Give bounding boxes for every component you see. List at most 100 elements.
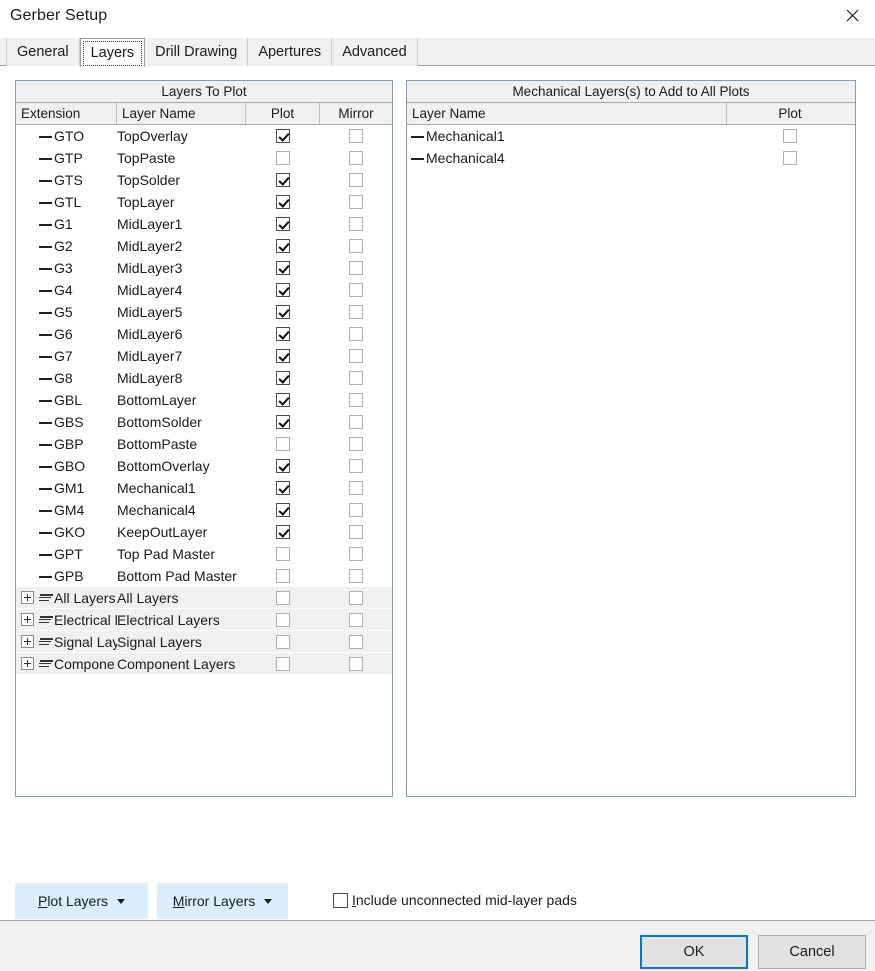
plot-checkbox[interactable] — [276, 525, 290, 539]
mirror-checkbox[interactable] — [349, 525, 363, 539]
plot-checkbox[interactable] — [276, 349, 290, 363]
mirror-checkbox[interactable] — [349, 393, 363, 407]
plot-checkbox[interactable] — [276, 459, 290, 473]
column-header-mirror[interactable]: Mirror — [320, 103, 392, 124]
mechanical-plot-checkbox[interactable] — [783, 151, 797, 165]
plot-checkbox[interactable] — [276, 415, 290, 429]
mechanical-row[interactable]: Mechanical4 — [407, 147, 855, 169]
mirror-checkbox[interactable] — [349, 217, 363, 231]
column-header-extension[interactable]: Extension — [16, 103, 117, 124]
layer-row[interactable]: GPBBottom Pad Master — [16, 565, 392, 587]
mirror-checkbox[interactable] — [349, 657, 363, 671]
expand-plus-icon[interactable] — [21, 613, 34, 626]
mirror-checkbox[interactable] — [349, 305, 363, 319]
close-button[interactable] — [829, 0, 875, 30]
expand-plus-icon[interactable] — [21, 635, 34, 648]
layer-row[interactable]: G8MidLayer8 — [16, 367, 392, 389]
include-unconnected-pads-checkbox[interactable] — [333, 893, 348, 908]
layer-group-row[interactable]: Electrical lElectrical Layers — [16, 609, 392, 631]
mechanical-plot-checkbox[interactable] — [783, 129, 797, 143]
include-unconnected-pads-row[interactable]: Include unconnected mid-layer pads — [333, 892, 577, 908]
plot-checkbox[interactable] — [276, 613, 290, 627]
mirror-checkbox[interactable] — [349, 371, 363, 385]
tab-apertures[interactable]: Apertures — [248, 38, 332, 66]
layer-row[interactable]: GPTTop Pad Master — [16, 543, 392, 565]
mirror-checkbox[interactable] — [349, 239, 363, 253]
plot-checkbox[interactable] — [276, 569, 290, 583]
layer-row[interactable]: G3MidLayer3 — [16, 257, 392, 279]
mirror-checkbox[interactable] — [349, 151, 363, 165]
expand-plus-icon[interactable] — [21, 657, 34, 670]
plot-checkbox[interactable] — [276, 239, 290, 253]
layer-row[interactable]: GBLBottomLayer — [16, 389, 392, 411]
plot-checkbox[interactable] — [276, 217, 290, 231]
layer-row[interactable]: G7MidLayer7 — [16, 345, 392, 367]
plot-layers-button[interactable]: Plot Layers — [15, 883, 148, 919]
mirror-checkbox[interactable] — [349, 415, 363, 429]
mirror-checkbox[interactable] — [349, 569, 363, 583]
tab-drill-drawing[interactable]: Drill Drawing — [145, 38, 248, 66]
tab-advanced[interactable]: Advanced — [332, 38, 418, 66]
mirror-checkbox[interactable] — [349, 481, 363, 495]
expand-plus-icon[interactable] — [21, 591, 34, 604]
mirror-checkbox[interactable] — [349, 613, 363, 627]
mirror-checkbox[interactable] — [349, 129, 363, 143]
layer-group-row[interactable]: All LayersAll Layers — [16, 587, 392, 609]
mirror-checkbox[interactable] — [349, 459, 363, 473]
layer-row[interactable]: GBSBottomSolder — [16, 411, 392, 433]
layer-row[interactable]: G1MidLayer1 — [16, 213, 392, 235]
layer-row[interactable]: GTOTopOverlay — [16, 125, 392, 147]
plot-checkbox[interactable] — [276, 173, 290, 187]
plot-checkbox[interactable] — [276, 393, 290, 407]
layer-row[interactable]: GTPTopPaste — [16, 147, 392, 169]
mirror-checkbox[interactable] — [349, 327, 363, 341]
layer-group-row[interactable]: Signal LaySignal Layers — [16, 631, 392, 653]
layer-row[interactable]: GM4Mechanical4 — [16, 499, 392, 521]
layer-row[interactable]: GBPBottomPaste — [16, 433, 392, 455]
mirror-checkbox[interactable] — [349, 173, 363, 187]
plot-checkbox[interactable] — [276, 657, 290, 671]
tab-general[interactable]: General — [6, 38, 80, 66]
mirror-checkbox[interactable] — [349, 437, 363, 451]
layer-row[interactable]: G2MidLayer2 — [16, 235, 392, 257]
ok-button[interactable]: OK — [640, 935, 748, 969]
mirror-checkbox[interactable] — [349, 591, 363, 605]
layer-group-row[interactable]: ComponeComponent Layers — [16, 653, 392, 675]
column-header-layer-name[interactable]: Layer Name — [117, 103, 246, 124]
layer-row[interactable]: GKOKeepOutLayer — [16, 521, 392, 543]
mirror-checkbox[interactable] — [349, 349, 363, 363]
layer-row[interactable]: GBOBottomOverlay — [16, 455, 392, 477]
mirror-checkbox[interactable] — [349, 283, 363, 297]
mirror-checkbox[interactable] — [349, 503, 363, 517]
layer-row[interactable]: GTSTopSolder — [16, 169, 392, 191]
plot-checkbox[interactable] — [276, 371, 290, 385]
plot-checkbox[interactable] — [276, 327, 290, 341]
layer-row[interactable]: G5MidLayer5 — [16, 301, 392, 323]
plot-checkbox[interactable] — [276, 283, 290, 297]
mirror-checkbox[interactable] — [349, 547, 363, 561]
tab-layers[interactable]: Layers — [80, 38, 146, 67]
plot-checkbox[interactable] — [276, 503, 290, 517]
column-header-plot[interactable]: Plot — [246, 103, 320, 124]
plot-checkbox[interactable] — [276, 129, 290, 143]
plot-checkbox[interactable] — [276, 151, 290, 165]
plot-checkbox[interactable] — [276, 547, 290, 561]
mechanical-row[interactable]: Mechanical1 — [407, 125, 855, 147]
layer-row[interactable]: G6MidLayer6 — [16, 323, 392, 345]
mirror-layers-button[interactable]: Mirror Layers — [157, 883, 288, 919]
column-header-mech-plot[interactable]: Plot — [727, 103, 853, 124]
layer-row[interactable]: G4MidLayer4 — [16, 279, 392, 301]
plot-checkbox[interactable] — [276, 635, 290, 649]
plot-checkbox[interactable] — [276, 305, 290, 319]
plot-checkbox[interactable] — [276, 481, 290, 495]
plot-checkbox[interactable] — [276, 591, 290, 605]
plot-checkbox[interactable] — [276, 437, 290, 451]
plot-checkbox[interactable] — [276, 195, 290, 209]
plot-checkbox[interactable] — [276, 261, 290, 275]
column-header-mech-layer-name[interactable]: Layer Name — [407, 103, 727, 124]
layer-row[interactable]: GTLTopLayer — [16, 191, 392, 213]
layer-row[interactable]: GM1Mechanical1 — [16, 477, 392, 499]
cancel-button[interactable]: Cancel — [758, 935, 866, 969]
mirror-checkbox[interactable] — [349, 195, 363, 209]
mirror-checkbox[interactable] — [349, 635, 363, 649]
